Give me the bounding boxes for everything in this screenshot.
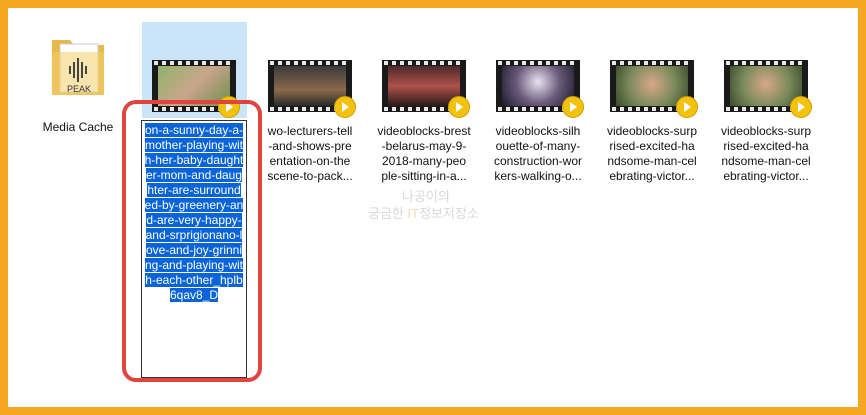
video-item-2[interactable]: videoblocks-brest -belarus-may-9- 2018-m…: [368, 60, 480, 184]
video-thumbnail: [382, 60, 470, 118]
watermark: 나공이의 궁금한 IT정보저장소: [368, 188, 479, 222]
video-label-3: videoblocks-silh ouette-of-many- constru…: [493, 124, 583, 183]
watermark-line2-b: IT: [407, 206, 420, 221]
watermark-line2-c: 정보저장소: [419, 206, 479, 221]
video-label-4: videoblocks-surp rised-excited-ha ndsome…: [606, 124, 698, 183]
video-thumbnail: [496, 60, 584, 118]
highlight-box: [122, 100, 262, 382]
video-thumbnail: [268, 60, 356, 118]
video-thumbnail: [724, 60, 812, 118]
explorer-file-area: PEAK Media Cache on-a-sunny-day-a-mother…: [8, 8, 858, 407]
video-item-3[interactable]: videoblocks-silh ouette-of-many- constru…: [482, 60, 594, 184]
play-icon: [334, 96, 356, 118]
video-item-5[interactable]: videoblocks-surp rised-excited-ha ndsome…: [710, 60, 822, 184]
play-icon: [562, 96, 584, 118]
watermark-line1: 나공이의: [402, 189, 450, 204]
folder-icon-text: PEAK: [67, 84, 91, 94]
video-label-5: videoblocks-surp rised-excited-ha ndsome…: [720, 124, 812, 183]
play-icon: [448, 96, 470, 118]
folder-label: Media Cache: [42, 120, 114, 134]
video-label-1: wo-lecturers-tell -and-shows-pre entatio…: [267, 124, 353, 183]
folder-item-media-cache[interactable]: PEAK: [46, 32, 110, 102]
video-thumbnail: [610, 60, 698, 118]
play-icon: [790, 96, 812, 118]
play-icon: [676, 96, 698, 118]
folder-icon: PEAK: [52, 40, 104, 95]
video-item-4[interactable]: videoblocks-surp rised-excited-ha ndsome…: [596, 60, 708, 184]
video-label-2: videoblocks-brest -belarus-may-9- 2018-m…: [377, 124, 471, 183]
video-item-1[interactable]: wo-lecturers-tell -and-shows-pre entatio…: [254, 60, 366, 184]
watermark-line2-a: 궁금한: [368, 206, 408, 221]
